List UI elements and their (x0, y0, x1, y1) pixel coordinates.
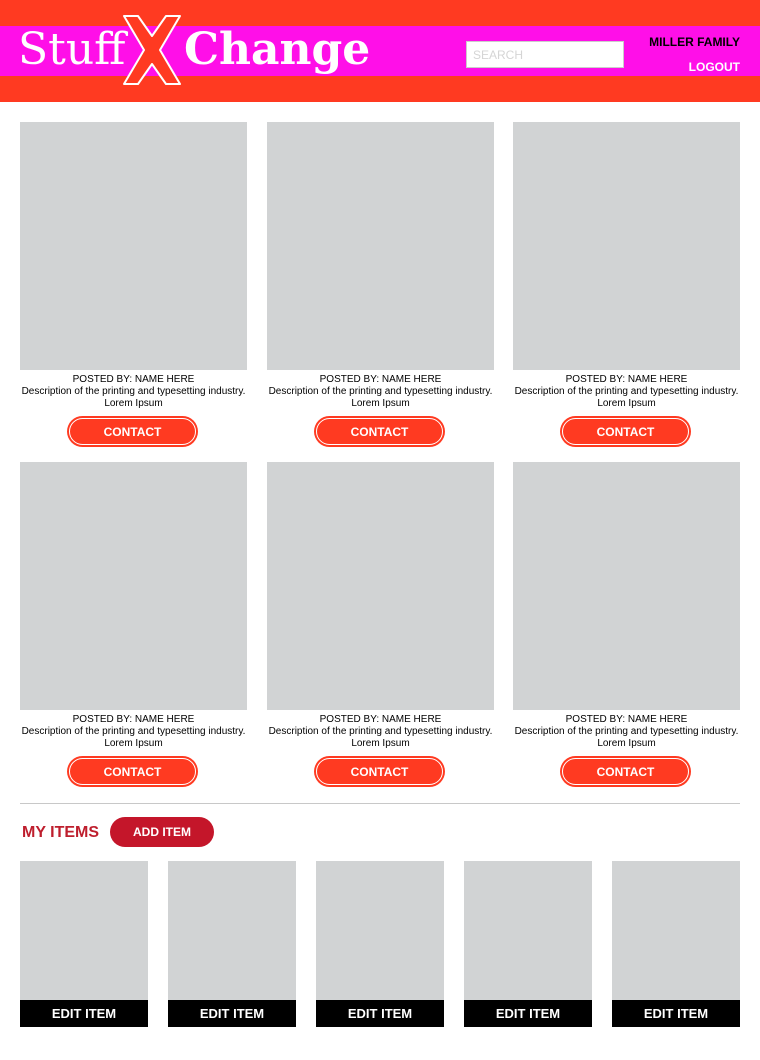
logo-text-left: Stuff (18, 24, 126, 75)
listing-image[interactable] (513, 122, 740, 370)
listing-posted-by: POSTED BY: NAME HERE (565, 714, 688, 725)
contact-button-label: CONTACT (562, 418, 689, 445)
contact-button-label: CONTACT (69, 418, 196, 445)
section-divider (20, 803, 740, 804)
my-items-title: MY ITEMS (22, 824, 100, 841)
my-item-card: EDIT ITEM (464, 861, 592, 1027)
listing-image[interactable] (513, 462, 740, 710)
user-name: MILLER FAMILY (649, 35, 740, 49)
logout-link[interactable]: LOGOUT (689, 60, 740, 74)
listing-card: POSTED BY: NAME HERE Description of the … (513, 462, 740, 787)
listing-posted-by: POSTED BY: NAME HERE (319, 714, 442, 725)
logo-text-right: Change (184, 24, 371, 75)
contact-button-label: CONTACT (316, 418, 443, 445)
listing-posted-by: POSTED BY: NAME HERE (565, 374, 688, 385)
edit-item-button[interactable]: EDIT ITEM (168, 1000, 296, 1027)
listing-card: POSTED BY: NAME HERE Description of the … (20, 462, 247, 787)
listing-description: Description of the printing and typesett… (21, 726, 246, 749)
listing-description: Description of the printing and typesett… (514, 726, 739, 749)
listing-description: Description of the printing and typesett… (268, 386, 493, 409)
listing-image[interactable] (20, 462, 247, 710)
listing-card: POSTED BY: NAME HERE Description of the … (267, 122, 494, 447)
listing-card: POSTED BY: NAME HERE Description of the … (20, 122, 247, 447)
listing-posted-by: POSTED BY: NAME HERE (319, 374, 442, 385)
listing-description: Description of the printing and typesett… (514, 386, 739, 409)
contact-button[interactable]: CONTACT (560, 756, 691, 787)
listing-image[interactable] (267, 462, 494, 710)
my-item-card: EDIT ITEM (316, 861, 444, 1027)
edit-item-button[interactable]: EDIT ITEM (316, 1000, 444, 1027)
edit-item-button[interactable]: EDIT ITEM (612, 1000, 740, 1027)
listing-description: Description of the printing and typesett… (268, 726, 493, 749)
add-item-button[interactable]: ADD ITEM (110, 817, 214, 847)
contact-button[interactable]: CONTACT (67, 416, 198, 447)
listing-card: POSTED BY: NAME HERE Description of the … (267, 462, 494, 787)
contact-button-label: CONTACT (562, 758, 689, 785)
my-item-card: EDIT ITEM (612, 861, 740, 1027)
contact-button-label: CONTACT (316, 758, 443, 785)
listing-description: Description of the printing and typesett… (21, 386, 246, 409)
listing-image[interactable] (267, 122, 494, 370)
edit-item-button[interactable]: EDIT ITEM (464, 1000, 592, 1027)
listing-posted-by: POSTED BY: NAME HERE (72, 374, 195, 385)
my-item-card: EDIT ITEM (20, 861, 148, 1027)
contact-button[interactable]: CONTACT (560, 416, 691, 447)
contact-button[interactable]: CONTACT (314, 756, 445, 787)
my-item-card: EDIT ITEM (168, 861, 296, 1027)
logo[interactable]: Stuff Change (18, 14, 370, 86)
listing-image[interactable] (20, 122, 247, 370)
search-input[interactable] (466, 41, 624, 68)
contact-button[interactable]: CONTACT (67, 756, 198, 787)
listing-card: POSTED BY: NAME HERE Description of the … (513, 122, 740, 447)
edit-item-button[interactable]: EDIT ITEM (20, 1000, 148, 1027)
contact-button-label: CONTACT (69, 758, 196, 785)
contact-button[interactable]: CONTACT (314, 416, 445, 447)
listing-posted-by: POSTED BY: NAME HERE (72, 714, 195, 725)
